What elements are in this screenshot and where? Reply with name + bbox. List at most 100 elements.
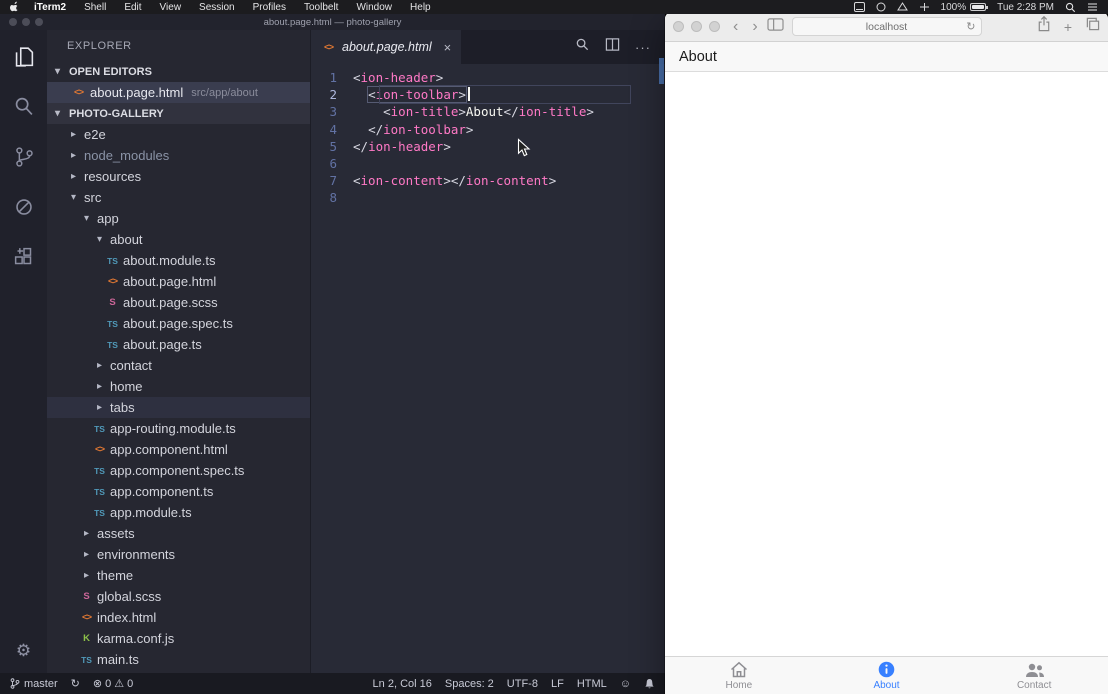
tree-item-about.page.spec.ts[interactable]: TS about.page.spec.ts xyxy=(47,313,310,334)
menu-item[interactable]: Session xyxy=(190,2,244,13)
tree-item-about.module.ts[interactable]: TS about.module.ts xyxy=(47,250,310,271)
code-line[interactable]: 3 <ion-title>About</ion-title> xyxy=(327,103,665,120)
share-icon[interactable] xyxy=(1037,16,1051,37)
code-area[interactable]: 1<ion-header>2 <ion-toolbar>3 <ion-title… xyxy=(311,64,665,207)
menu-item[interactable]: Window xyxy=(347,2,401,13)
sidebar-toggle-icon[interactable] xyxy=(767,17,784,37)
tree-item-assets[interactable]: ▸ assets xyxy=(47,523,310,544)
menu-item[interactable]: Shell xyxy=(75,2,115,13)
source-control-icon[interactable] xyxy=(11,144,37,170)
tree-item-global.scss[interactable]: S global.scss xyxy=(47,586,310,607)
search-editor-icon[interactable] xyxy=(575,37,590,57)
split-editor-icon[interactable] xyxy=(605,37,620,57)
back-button[interactable]: ‹ xyxy=(733,19,738,35)
code-line[interactable]: 4 </ion-toolbar> xyxy=(327,121,665,138)
ts-file-icon: TS xyxy=(92,508,107,518)
tab-about-page-html[interactable]: <> about.page.html × xyxy=(311,30,461,64)
notifications-bell-icon[interactable] xyxy=(644,678,655,690)
page-content xyxy=(665,73,1108,656)
browser-tab-about[interactable]: About xyxy=(813,657,961,694)
problems-indicator[interactable]: ⊗ 0 ⚠ 0 xyxy=(93,677,133,690)
encoding-setting[interactable]: UTF-8 xyxy=(507,678,538,690)
indentation-setting[interactable]: Spaces: 2 xyxy=(445,678,494,690)
browser-tab-home[interactable]: Home xyxy=(665,657,813,694)
feedback-smiley-icon[interactable]: ☺ xyxy=(620,678,631,690)
browser-tab-contact[interactable]: Contact xyxy=(960,657,1108,694)
tree-item-home[interactable]: ▸ home xyxy=(47,376,310,397)
code-line[interactable]: 6 xyxy=(327,155,665,172)
code-line[interactable]: 5</ion-header> xyxy=(327,138,665,155)
apple-menu-icon[interactable] xyxy=(10,1,21,13)
browser-toolbar[interactable]: ‹ › localhost ↻ + xyxy=(665,12,1108,42)
tree-item-e2e[interactable]: ▸ e2e xyxy=(47,124,310,145)
close-icon[interactable]: × xyxy=(444,40,452,55)
tree-item-tabs[interactable]: ▸ tabs xyxy=(47,397,310,418)
menu-item[interactable]: Profiles xyxy=(244,2,295,13)
tree-item-contact[interactable]: ▸ contact xyxy=(47,355,310,376)
ts-file-icon: TS xyxy=(105,319,120,329)
tree-item-about.page.html[interactable]: <> about.page.html xyxy=(47,271,310,292)
project-section-header[interactable]: ▾ PHOTO-GALLERY xyxy=(47,103,310,124)
menu-item[interactable]: Edit xyxy=(115,2,150,13)
tree-item-about[interactable]: ▾ about xyxy=(47,229,310,250)
explorer-icon[interactable] xyxy=(11,44,37,70)
tree-item-theme[interactable]: ▸ theme xyxy=(47,565,310,586)
tree-item-label: src xyxy=(84,190,101,205)
status-icon[interactable] xyxy=(919,2,930,12)
code-line[interactable]: 8 xyxy=(327,189,665,206)
spotlight-icon[interactable] xyxy=(1065,2,1076,13)
settings-gear-icon[interactable]: ⚙ xyxy=(16,641,31,661)
menu-item[interactable]: Help xyxy=(401,2,440,13)
tree-item-app.component.spec.ts[interactable]: TS app.component.spec.ts xyxy=(47,460,310,481)
tree-item-app.module.ts[interactable]: TS app.module.ts xyxy=(47,502,310,523)
debug-icon[interactable] xyxy=(11,194,37,220)
more-actions-icon[interactable]: ··· xyxy=(635,40,651,55)
search-icon[interactable] xyxy=(11,94,37,120)
forward-button[interactable]: › xyxy=(752,19,757,35)
extensions-icon[interactable] xyxy=(11,244,37,270)
open-editors-section-header[interactable]: ▾ OPEN EDITORS xyxy=(47,61,310,82)
code-line[interactable]: 7<ion-content></ion-content> xyxy=(327,172,665,189)
window-controls[interactable] xyxy=(673,21,720,32)
tree-item-app.component.html[interactable]: <> app.component.html xyxy=(47,439,310,460)
tree-item-app-routing.module.ts[interactable]: TS app-routing.module.ts xyxy=(47,418,310,439)
tree-item-index.html[interactable]: <> index.html xyxy=(47,607,310,628)
tree-item-src[interactable]: ▾ src xyxy=(47,187,310,208)
git-branch-indicator[interactable]: master xyxy=(10,677,58,690)
status-icon[interactable] xyxy=(876,2,886,12)
ts-file-icon: TS xyxy=(105,340,120,350)
html-file-icon: <> xyxy=(92,444,107,455)
status-icon[interactable] xyxy=(854,2,865,12)
address-bar[interactable]: localhost ↻ xyxy=(792,17,982,36)
notification-center-icon[interactable] xyxy=(1087,2,1098,12)
tree-item-resources[interactable]: ▸ resources xyxy=(47,166,310,187)
status-icon[interactable] xyxy=(897,2,908,12)
window-controls[interactable] xyxy=(9,18,43,26)
code-line[interactable]: 1<ion-header> xyxy=(327,69,665,86)
tree-item-main.ts[interactable]: TS main.ts xyxy=(47,649,310,670)
code-line[interactable]: 2 <ion-toolbar> xyxy=(327,86,665,103)
menu-clock[interactable]: Tue 2:28 PM xyxy=(997,2,1054,13)
sync-icon[interactable]: ↻ xyxy=(71,677,80,690)
open-editors-label: OPEN EDITORS xyxy=(69,66,152,78)
eol-setting[interactable]: LF xyxy=(551,678,564,690)
tab-overview-icon[interactable] xyxy=(1085,17,1100,36)
tree-item-app.component.ts[interactable]: TS app.component.ts xyxy=(47,481,310,502)
tree-item-app[interactable]: ▾ app xyxy=(47,208,310,229)
battery-indicator[interactable]: 100% xyxy=(941,2,987,13)
language-mode[interactable]: HTML xyxy=(577,678,607,690)
menu-item[interactable]: Toolbelt xyxy=(295,2,347,13)
cursor-position[interactable]: Ln 2, Col 16 xyxy=(373,678,432,690)
menu-item[interactable]: View xyxy=(151,2,191,13)
url-text: localhost xyxy=(866,21,907,33)
reload-icon[interactable]: ↻ xyxy=(966,20,975,33)
tree-item-environments[interactable]: ▸ environments xyxy=(47,544,310,565)
vscode-titlebar[interactable]: about.page.html — photo-gallery xyxy=(0,14,665,30)
menu-item[interactable]: iTerm2 xyxy=(25,2,75,13)
tree-item-karma.conf.js[interactable]: K karma.conf.js xyxy=(47,628,310,649)
new-tab-button[interactable]: + xyxy=(1064,19,1072,35)
open-editor-item[interactable]: <> about.page.html src/app/about xyxy=(47,82,310,103)
tree-item-about.page.scss[interactable]: S about.page.scss xyxy=(47,292,310,313)
tree-item-node_modules[interactable]: ▸ node_modules xyxy=(47,145,310,166)
tree-item-about.page.ts[interactable]: TS about.page.ts xyxy=(47,334,310,355)
